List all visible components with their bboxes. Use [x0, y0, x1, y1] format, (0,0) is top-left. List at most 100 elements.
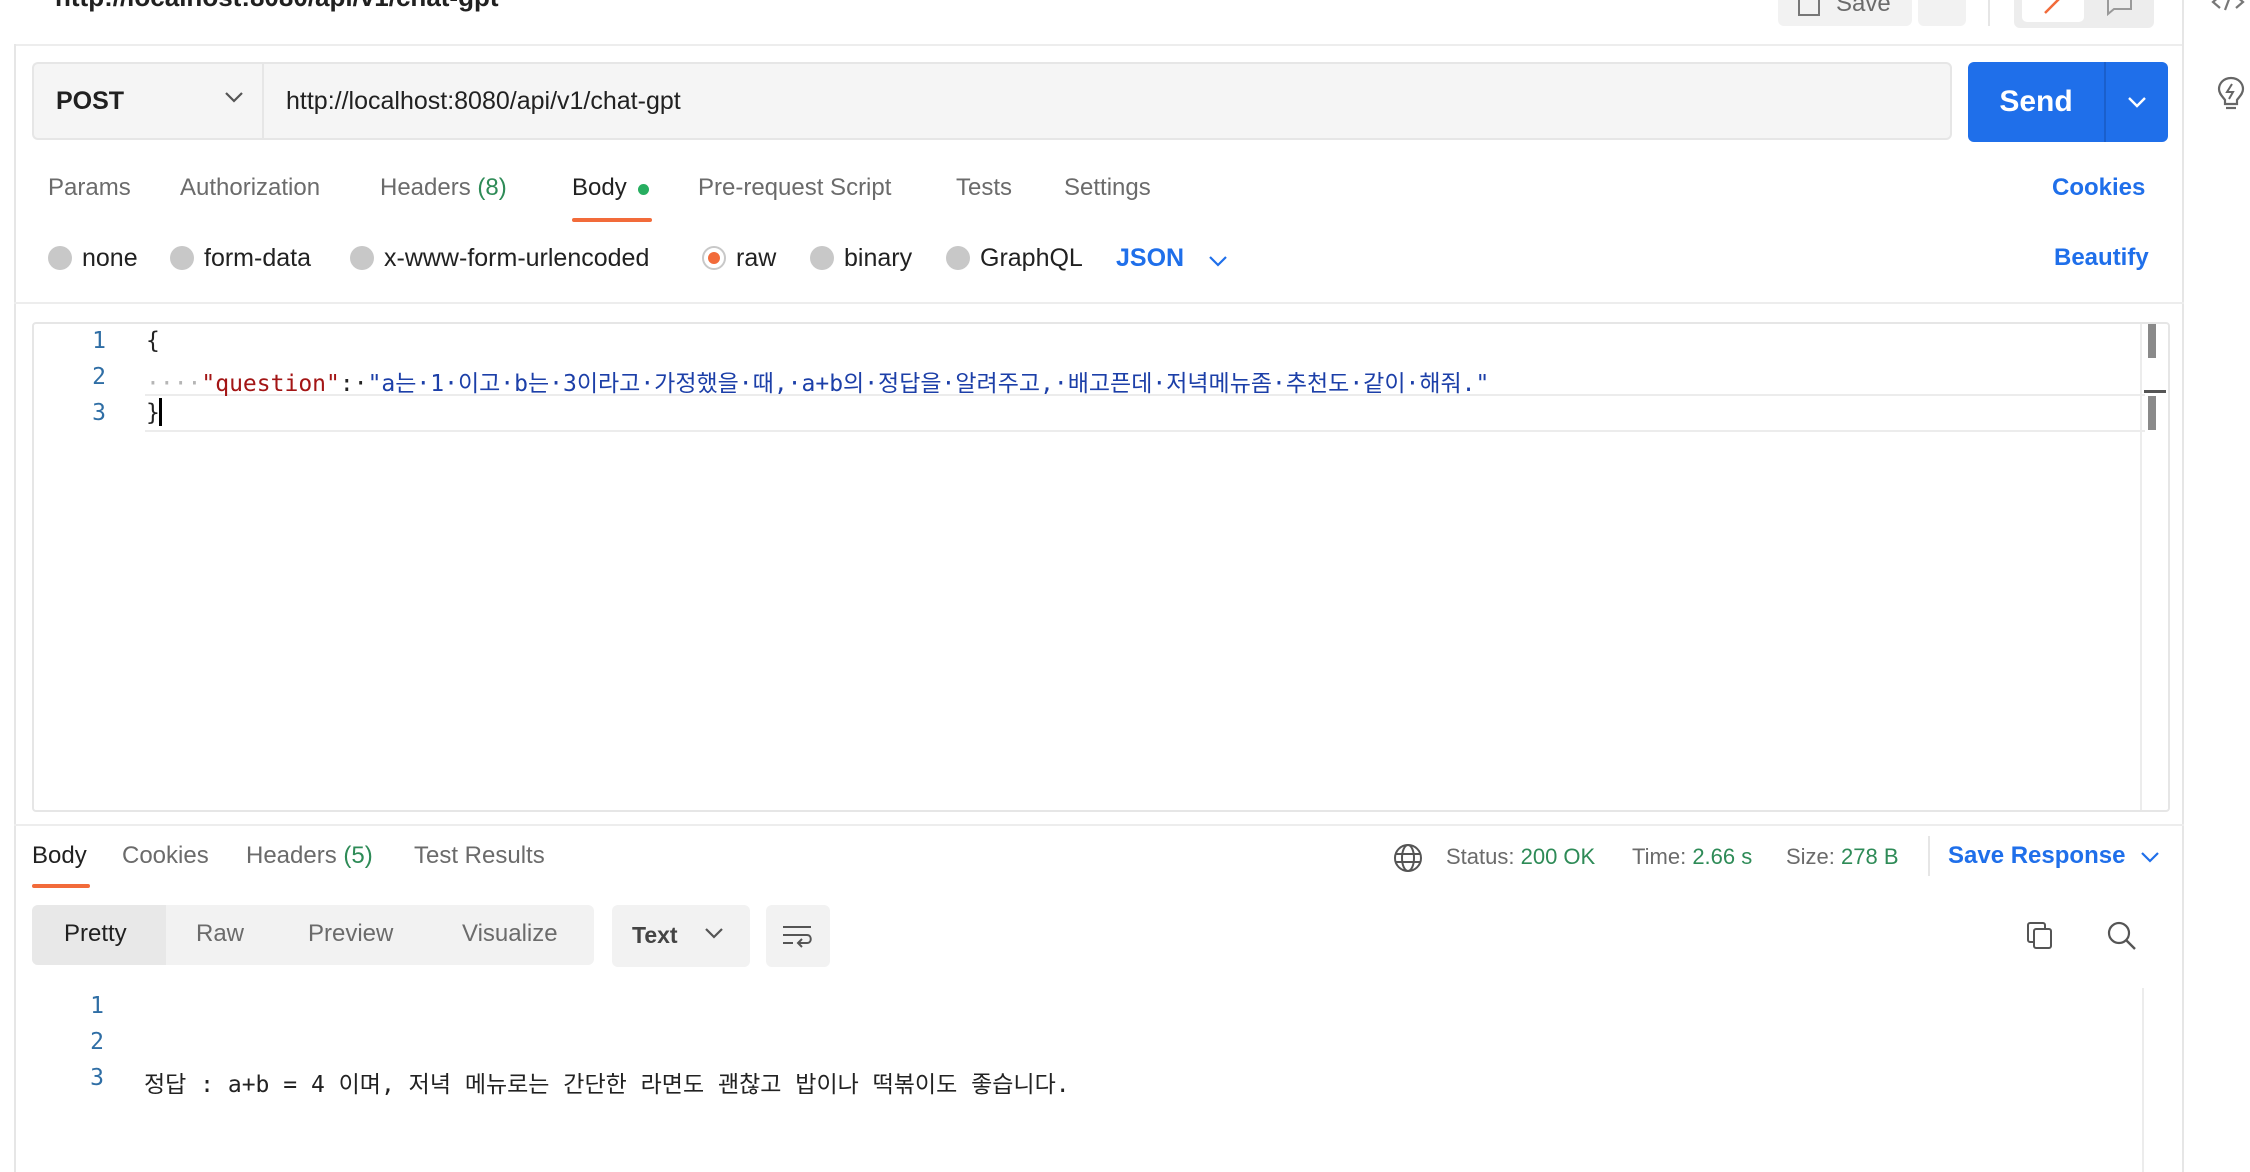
- radio-none-label[interactable]: none: [82, 244, 138, 273]
- beautify-link[interactable]: Beautify: [2054, 244, 2149, 272]
- json-key: "question": [201, 371, 340, 397]
- radio-urlencoded-label[interactable]: x-www-form-urlencoded: [384, 244, 649, 273]
- body-modified-dot: [638, 184, 649, 195]
- section-divider: [14, 302, 2184, 304]
- view-preview-button[interactable]: Preview: [308, 920, 393, 948]
- active-line-highlight: [145, 394, 2145, 432]
- view-pretty-button[interactable]: Pretty: [64, 920, 127, 948]
- time-value: 2.66 s: [1692, 844, 1753, 869]
- copy-icon[interactable]: [2024, 920, 2056, 952]
- status-value: 200 OK: [1520, 844, 1596, 869]
- response-line-number: 2: [90, 1029, 104, 1055]
- response-line-number: 1: [90, 993, 104, 1019]
- tab-settings[interactable]: Settings: [1064, 174, 1151, 202]
- tab-params[interactable]: Params: [48, 174, 131, 202]
- response-body-text: 정답 : a+b = 4 이며, 저녁 메뉴로는 간단한 라면도 괜찮고 밥이나…: [144, 1072, 1070, 1098]
- response-tab-cookies[interactable]: Cookies: [122, 842, 209, 870]
- edit-mode-button[interactable]: [2022, 0, 2084, 22]
- response-scrollbar[interactable]: [2142, 988, 2144, 1172]
- left-border: [14, 44, 16, 1172]
- line-number: 3: [92, 400, 106, 426]
- save-label: Save: [1836, 0, 1891, 17]
- send-button[interactable]: Send: [1968, 62, 2104, 142]
- save-response-button[interactable]: Save Response: [1948, 842, 2125, 870]
- response-tab-body[interactable]: Body: [32, 842, 87, 870]
- chevron-down-icon: [225, 92, 243, 103]
- url-input[interactable]: [262, 62, 1952, 140]
- response-status: Status: 200 OK: [1446, 844, 1595, 870]
- comment-icon: [2107, 0, 2132, 16]
- json-value: "a는·1·이고·b는·3이라고·가정했을·때,·a+b의·정답을·알려주고,·…: [367, 371, 1490, 397]
- response-tab-headers[interactable]: Headers (5): [246, 842, 373, 870]
- right-sidebar-border: [2182, 0, 2184, 1172]
- tab-tests[interactable]: Tests: [956, 174, 1012, 202]
- line-number: 1: [92, 328, 106, 354]
- active-response-tab-indicator: [32, 884, 90, 888]
- view-raw-button[interactable]: Raw: [196, 920, 244, 948]
- code-icon[interactable]: [2210, 0, 2246, 14]
- lightbulb-icon[interactable]: [2214, 74, 2248, 114]
- tab-headers[interactable]: Headers (8): [380, 174, 507, 202]
- radio-form-data-label[interactable]: form-data: [204, 244, 311, 273]
- size-value: 278 B: [1841, 844, 1899, 869]
- wrap-lines-button[interactable]: [766, 905, 830, 967]
- status-label: Status:: [1446, 844, 1515, 869]
- save-icon: [1798, 0, 1820, 16]
- tab-body[interactable]: Body: [572, 174, 627, 202]
- response-tab-headers-label: Headers: [246, 842, 337, 869]
- scrollbar-marker: [2148, 324, 2156, 358]
- radio-graphql[interactable]: [946, 246, 970, 270]
- response-tab-headers-count: (5): [343, 842, 373, 869]
- tab-pre-request-script[interactable]: Pre-request Script: [698, 174, 891, 202]
- chevron-down-icon: [2128, 97, 2146, 108]
- save-button[interactable]: Save: [1778, 0, 1912, 26]
- view-visualize-button[interactable]: Visualize: [462, 920, 558, 948]
- tab-headers-label: Headers: [380, 174, 471, 201]
- radio-raw[interactable]: [702, 246, 726, 270]
- method-select[interactable]: POST: [32, 62, 262, 140]
- json-colon: :·: [339, 371, 368, 397]
- radio-binary-label[interactable]: binary: [844, 244, 912, 273]
- cookies-link[interactable]: Cookies: [2052, 174, 2145, 202]
- radio-raw-label[interactable]: raw: [736, 244, 776, 273]
- tab-headers-count: (8): [477, 174, 507, 201]
- chevron-down-icon[interactable]: [2140, 850, 2160, 864]
- response-line-number: 3: [90, 1065, 104, 1091]
- editor-scrollbar[interactable]: [2140, 324, 2142, 810]
- radio-form-data[interactable]: [170, 246, 194, 270]
- radio-graphql-label[interactable]: GraphQL: [980, 244, 1083, 273]
- response-divider: [14, 824, 2184, 826]
- chevron-down-icon[interactable]: [1208, 254, 1228, 268]
- code-line-3: }: [146, 400, 160, 426]
- send-options-button[interactable]: [2106, 62, 2168, 142]
- radio-urlencoded[interactable]: [350, 246, 374, 270]
- status-divider: [1928, 836, 1930, 876]
- radio-binary[interactable]: [810, 246, 834, 270]
- time-label: Time:: [1632, 844, 1687, 869]
- response-format-label: Text: [632, 922, 678, 948]
- method-label: POST: [56, 86, 125, 115]
- code-line-1: {: [146, 328, 160, 354]
- scrollbar-cursor-marker: [2144, 390, 2166, 393]
- indent-marker: ····: [146, 371, 202, 397]
- body-format-select[interactable]: JSON: [1116, 244, 1184, 273]
- line-number: 2: [92, 364, 106, 390]
- wrap-lines-icon: [783, 926, 812, 948]
- mode-toggle[interactable]: [2014, 0, 2154, 28]
- response-size: Size: 278 B: [1786, 844, 1899, 870]
- chevron-down-icon: [705, 928, 723, 939]
- header-divider: [1988, 0, 1990, 26]
- send-split-divider: [2104, 62, 2106, 142]
- scrollbar-marker: [2148, 396, 2156, 430]
- active-tab-indicator: [572, 218, 652, 222]
- save-options-button[interactable]: [1918, 0, 1966, 26]
- response-time: Time: 2.66 s: [1632, 844, 1752, 870]
- globe-icon[interactable]: [1392, 842, 1424, 874]
- search-icon[interactable]: [2106, 920, 2138, 952]
- pencil-icon: [2044, 0, 2060, 14]
- tab-authorization[interactable]: Authorization: [180, 174, 320, 202]
- size-label: Size:: [1786, 844, 1835, 869]
- header-divider-line: [14, 44, 2184, 46]
- radio-none[interactable]: [48, 246, 72, 270]
- response-tab-test-results[interactable]: Test Results: [414, 842, 545, 870]
